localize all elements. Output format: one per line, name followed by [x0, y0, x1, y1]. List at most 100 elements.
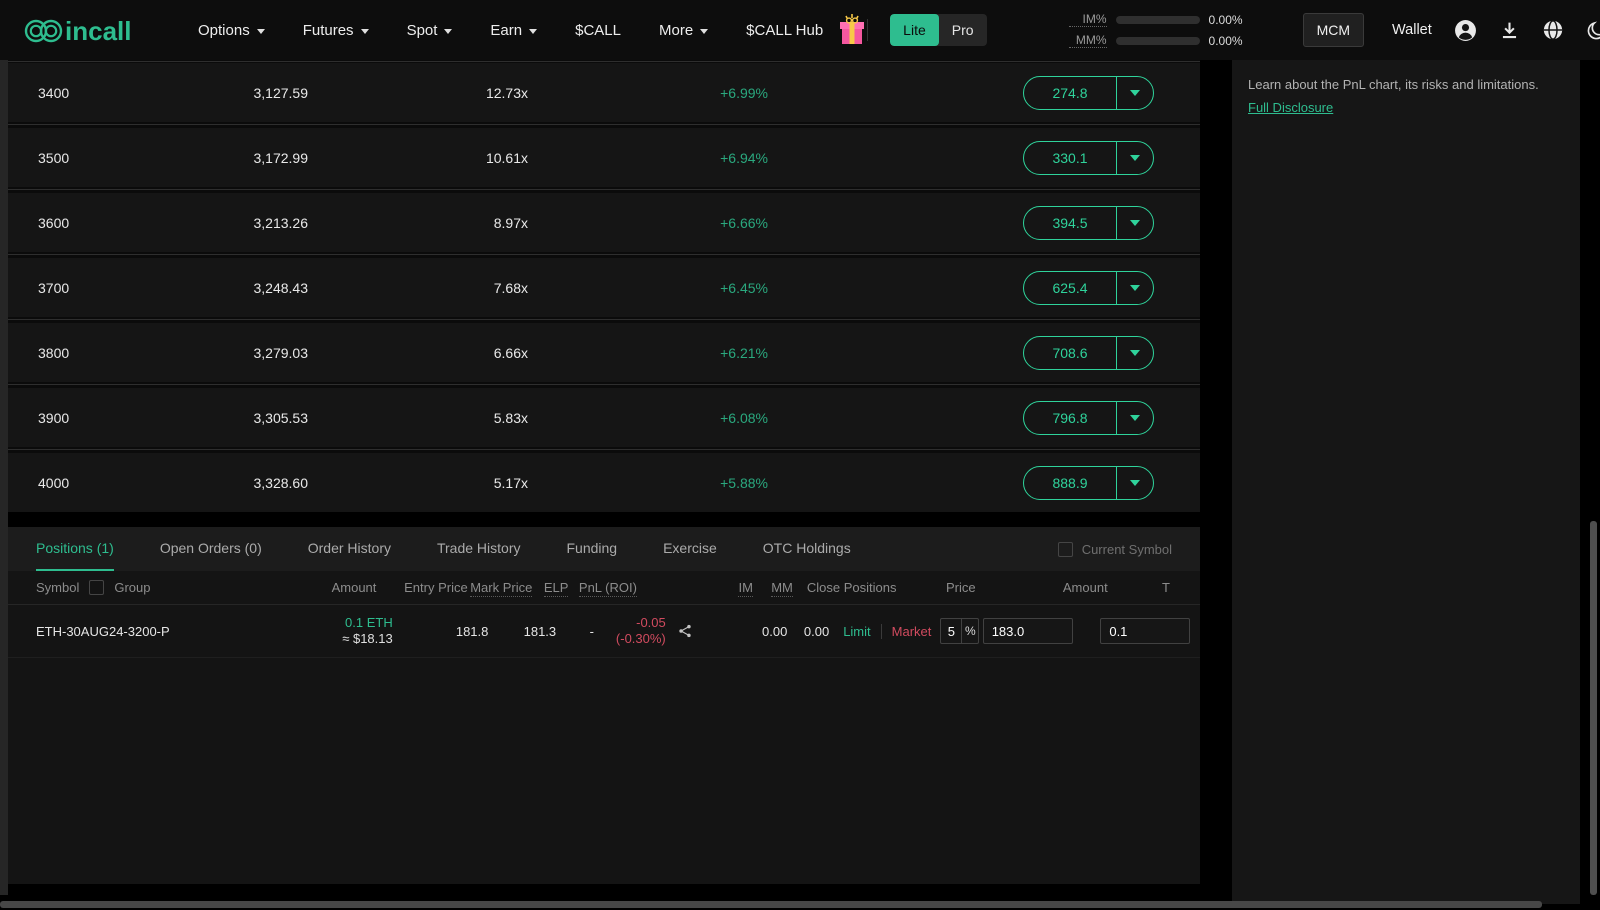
- header-clipped-column: T: [1162, 580, 1200, 595]
- position-amount-usd: ≈ $18.13: [305, 631, 393, 647]
- bid-dropdown-toggle[interactable]: [1117, 220, 1153, 226]
- im-progress-bar: [1116, 16, 1200, 24]
- full-disclosure-link[interactable]: Full Disclosure: [1248, 100, 1333, 115]
- chevron-down-icon: [1130, 350, 1140, 356]
- roi-percent: +6.45%: [528, 280, 768, 296]
- dark-mode-moon-icon[interactable]: [1586, 20, 1600, 41]
- nav-item-label: Spot: [407, 22, 438, 39]
- current-symbol-filter: Current Symbol: [1058, 542, 1172, 557]
- share-pnl-icon[interactable]: [678, 624, 692, 638]
- close-position-controls: Limit Market 5 %: [843, 618, 983, 644]
- header-pnl-roi: PnL (ROI): [568, 580, 636, 595]
- position-pnl: -0.05 (-0.30%): [594, 615, 666, 647]
- bid-price-button[interactable]: 625.4: [1023, 271, 1154, 305]
- page-vertical-scrollbar[interactable]: [1590, 521, 1597, 895]
- positions-table-header: Symbol Group Amount Entry Price Mark Pri…: [8, 571, 1200, 605]
- row-divider: [8, 187, 1200, 193]
- page-horizontal-scrollbar[interactable]: [0, 901, 1542, 908]
- group-checkbox[interactable]: [89, 580, 104, 595]
- bid-dropdown-toggle[interactable]: [1117, 350, 1153, 356]
- close-divider: [881, 624, 882, 639]
- bid-price-button[interactable]: 888.9: [1023, 466, 1154, 500]
- option-row-3900[interactable]: 3900 3,305.53 5.83x +6.08% 796.8: [8, 388, 1200, 447]
- strike-price: 3400: [8, 85, 128, 101]
- bid-dropdown-toggle[interactable]: [1117, 90, 1153, 96]
- mm-progress-bar: [1116, 37, 1200, 45]
- close-percent-input[interactable]: 5: [941, 624, 961, 639]
- nav-item-options[interactable]: Options: [198, 22, 265, 39]
- close-limit-button[interactable]: Limit: [843, 624, 870, 639]
- header-amount-2: Amount: [1053, 580, 1148, 595]
- header-group: Group: [114, 580, 150, 595]
- roi-percent: +6.21%: [528, 345, 768, 361]
- position-symbol: ETH-30AUG24-3200-P: [36, 624, 305, 639]
- tab-otc-holdings[interactable]: OTC Holdings: [763, 527, 851, 571]
- wallet-button[interactable]: Wallet: [1392, 22, 1432, 38]
- bid-price-button[interactable]: 708.6: [1023, 336, 1154, 370]
- close-market-button[interactable]: Market: [892, 624, 932, 639]
- tab-positions[interactable]: Positions (1): [36, 527, 114, 571]
- bid-price-button[interactable]: 394.5: [1023, 206, 1154, 240]
- option-row-3800[interactable]: 3800 3,279.03 6.66x +6.21% 708.6: [8, 323, 1200, 382]
- account-avatar-icon[interactable]: [1454, 19, 1477, 42]
- current-symbol-checkbox[interactable]: [1058, 542, 1073, 557]
- bid-price-value: 708.6: [1024, 345, 1116, 361]
- tab-exercise[interactable]: Exercise: [663, 527, 717, 571]
- pnl-value: -0.05: [636, 615, 666, 631]
- mcm-button[interactable]: MCM: [1303, 13, 1364, 47]
- row-divider: [8, 382, 1200, 388]
- pnl-disclosure-sidebar: Learn about the PnL chart, its risks and…: [1232, 60, 1580, 904]
- roi-percent: +6.99%: [528, 85, 768, 101]
- leverage-value: 12.73x: [308, 85, 528, 101]
- chevron-down-icon: [529, 29, 537, 34]
- option-row-3700[interactable]: 3700 3,248.43 7.68x +6.45% 625.4: [8, 258, 1200, 317]
- option-row-3500[interactable]: 3500 3,172.99 10.61x +6.94% 330.1: [8, 128, 1200, 187]
- bid-price-button[interactable]: 796.8: [1023, 401, 1154, 435]
- language-globe-icon[interactable]: [1542, 19, 1564, 41]
- nav-item-spot[interactable]: Spot: [407, 22, 453, 39]
- position-mark-price: 181.3: [488, 624, 556, 639]
- bid-dropdown-toggle[interactable]: [1117, 415, 1153, 421]
- option-row-4000[interactable]: 4000 3,328.60 5.17x +5.88% 888.9: [8, 453, 1200, 512]
- lite-toggle-button[interactable]: Lite: [890, 14, 939, 46]
- nav-item-more[interactable]: More: [659, 22, 708, 39]
- bid-price-button[interactable]: 274.8: [1023, 76, 1154, 110]
- breakeven-price: 3,127.59: [128, 85, 308, 101]
- nav-item-futures[interactable]: Futures: [303, 22, 369, 39]
- strike-price: 3500: [8, 150, 128, 166]
- close-amount-input[interactable]: [1100, 618, 1190, 644]
- close-price-input[interactable]: [983, 618, 1073, 644]
- pro-toggle-button[interactable]: Pro: [939, 14, 987, 46]
- tab-order-history[interactable]: Order History: [308, 527, 391, 571]
- chevron-down-icon: [700, 29, 708, 34]
- tab-trade-history[interactable]: Trade History: [437, 527, 521, 571]
- tab-open-orders[interactable]: Open Orders (0): [160, 527, 262, 571]
- coincall-logo[interactable]: incall: [22, 13, 156, 47]
- header-price: Price: [940, 580, 1039, 595]
- chevron-down-icon: [1130, 155, 1140, 161]
- download-icon[interactable]: [1499, 20, 1520, 41]
- position-row: ETH-30AUG24-3200-P 0.1 ETH ≈ $18.13 181.…: [8, 605, 1200, 658]
- leverage-value: 8.97x: [308, 215, 528, 231]
- bid-dropdown-toggle[interactable]: [1117, 285, 1153, 291]
- gift-icon[interactable]: [837, 13, 867, 47]
- mm-value: 0.00%: [1209, 34, 1243, 48]
- nav-item-call-hub[interactable]: $CALL Hub: [746, 22, 823, 39]
- strike-price: 3600: [8, 215, 128, 231]
- option-row-3600[interactable]: 3600 3,213.26 8.97x +6.66% 394.5: [8, 193, 1200, 252]
- bid-dropdown-toggle[interactable]: [1117, 480, 1153, 486]
- bid-price-value: 888.9: [1024, 475, 1116, 491]
- nav-item-call[interactable]: $CALL: [575, 22, 621, 39]
- tab-funding[interactable]: Funding: [567, 527, 618, 571]
- option-row-3400[interactable]: 3400 3,127.59 12.73x +6.99% 274.8: [8, 63, 1200, 122]
- bid-price-button[interactable]: 330.1: [1023, 141, 1154, 175]
- positions-panel: Positions (1) Open Orders (0) Order Hist…: [8, 527, 1200, 884]
- bid-dropdown-toggle[interactable]: [1117, 155, 1153, 161]
- nav-divider: [867, 19, 868, 41]
- mm-label: MM%: [1069, 33, 1107, 48]
- nav-item-earn[interactable]: Earn: [490, 22, 537, 39]
- position-entry-price: 181.8: [393, 624, 489, 639]
- app-screen: incall Options Futures Spot Earn $CALL: [0, 0, 1600, 910]
- left-panel-edge: [0, 60, 8, 895]
- header-symbol: Symbol: [36, 580, 79, 595]
